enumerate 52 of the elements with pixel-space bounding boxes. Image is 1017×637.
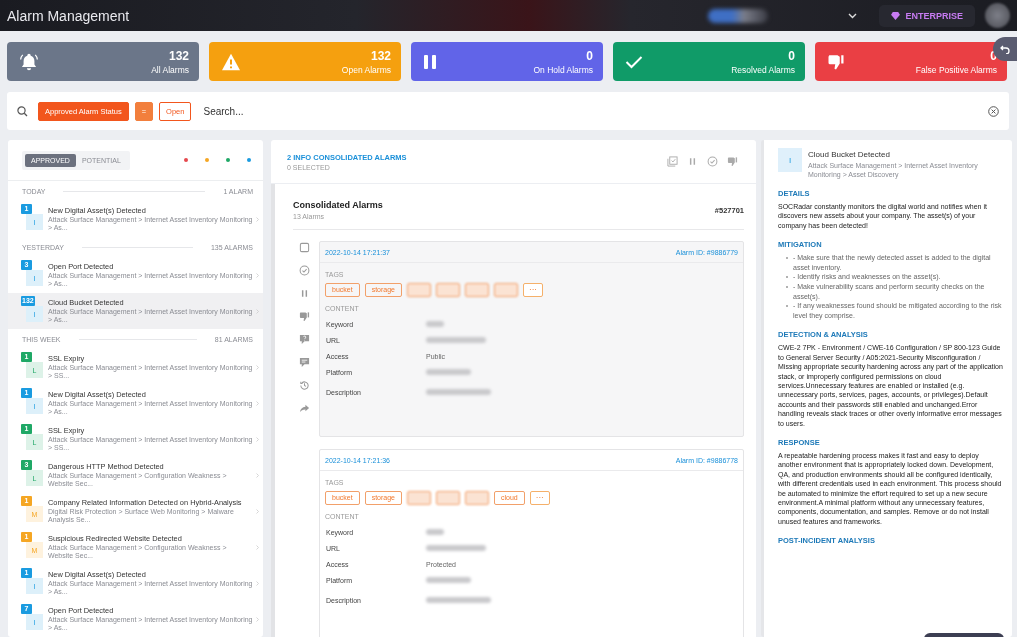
more-tags-button[interactable]: ··· (523, 283, 543, 297)
checkbox[interactable] (298, 242, 310, 253)
chevron-right-icon (256, 364, 259, 370)
more-tags-button[interactable]: ··· (529, 491, 550, 505)
stat-card[interactable]: 0 On Hold Alarms (411, 42, 603, 81)
chevron-right-icon (256, 436, 259, 442)
chevron-right-icon (256, 616, 259, 622)
history-icon[interactable] (298, 380, 310, 391)
severity-tile: I (778, 148, 802, 172)
stat-card[interactable]: 0 Resolved Alarms (613, 42, 805, 81)
check-icon (625, 54, 643, 69)
stat-label: Resolved Alarms (731, 64, 795, 75)
stat-count: 132 (369, 48, 391, 63)
pause-icon[interactable] (687, 156, 698, 167)
diamond-icon (891, 11, 901, 20)
blurred-account-badge (708, 8, 769, 23)
chevron-right-icon (256, 544, 259, 550)
chevron-right-icon (256, 400, 259, 406)
chevron-right-icon (256, 272, 259, 278)
comment-icon[interactable] (298, 357, 310, 368)
stat-label: All Alarms (151, 64, 189, 75)
chevron-right-icon (256, 472, 259, 478)
clear-icon[interactable] (988, 105, 999, 117)
check-circle-icon[interactable] (707, 156, 718, 167)
thumbs-down-icon[interactable] (298, 311, 310, 322)
stat-count: 132 (167, 48, 189, 63)
search-icon[interactable] (17, 105, 28, 117)
chevron-down-icon[interactable] (848, 12, 858, 19)
thumbs-down-icon (827, 52, 845, 71)
pause-icon (423, 53, 437, 70)
share-icon[interactable] (298, 403, 310, 414)
avatar[interactable] (985, 3, 1010, 28)
stat-count: 0 (787, 48, 795, 63)
warning-icon (221, 52, 241, 71)
page-title: Alarm Management (7, 7, 131, 24)
stat-count: 0 (585, 48, 593, 63)
chevron-right-icon (256, 508, 259, 514)
plan-button[interactable]: ENTERPRISE (879, 4, 975, 27)
copy-check-icon[interactable] (667, 156, 678, 167)
chevron-right-icon (256, 580, 259, 586)
chevron-right-icon (256, 216, 259, 222)
stat-label: Open Alarms (341, 64, 391, 75)
stat-card[interactable]: 132 All Alarms (7, 42, 199, 81)
card-title: Consolidated Alarms (293, 200, 383, 210)
thumbs-down-icon[interactable] (727, 156, 738, 167)
bell-icon (19, 51, 39, 72)
question-bubble-icon[interactable] (298, 334, 310, 345)
check-circle-icon[interactable] (298, 265, 310, 276)
stat-label: On Hold Alarms (533, 64, 593, 75)
undo-icon (1000, 44, 1010, 54)
alarm-title: Cloud Bucket Detected (808, 150, 891, 159)
stat-label: False Positive Alarms (915, 64, 997, 75)
